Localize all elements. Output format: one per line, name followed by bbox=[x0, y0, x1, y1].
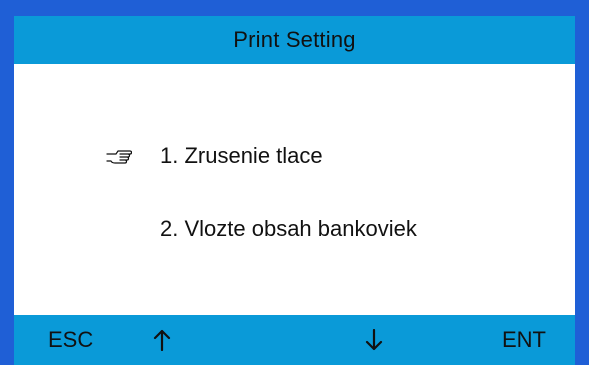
softkey-bar: ESC ENT bbox=[14, 315, 575, 365]
page-title: Print Setting bbox=[233, 27, 356, 52]
title-bar: Print Setting bbox=[14, 16, 575, 64]
hand-pointing-icon bbox=[104, 146, 134, 166]
ent-key[interactable]: ENT bbox=[502, 327, 546, 353]
arrow-up-icon[interactable] bbox=[152, 328, 172, 352]
menu-area: 1. Zrusenie tlace 2. Vlozte obsah bankov… bbox=[14, 64, 575, 315]
menu-item-zrusenie-tlace[interactable]: 1. Zrusenie tlace bbox=[14, 136, 575, 176]
esc-key[interactable]: ESC bbox=[48, 327, 93, 353]
menu-item-vlozte-obsah-bankoviek[interactable]: 2. Vlozte obsah bankoviek bbox=[14, 209, 575, 249]
menu-item-label: 2. Vlozte obsah bankoviek bbox=[160, 216, 417, 241]
menu-item-label: 1. Zrusenie tlace bbox=[160, 143, 323, 168]
device-screen: Print Setting 1. Zrusenie tlace 2. Vlozt… bbox=[0, 0, 589, 365]
arrow-down-icon[interactable] bbox=[364, 328, 384, 352]
